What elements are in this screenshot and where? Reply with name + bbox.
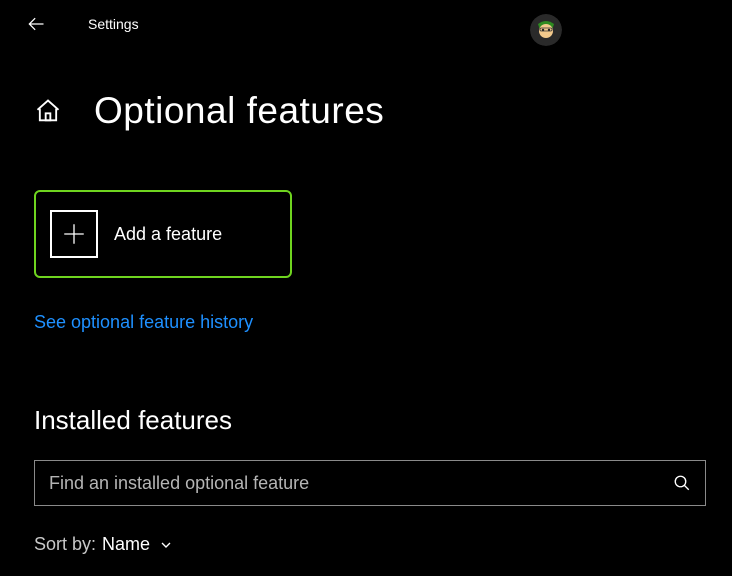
add-feature-button[interactable]: Add a feature [34, 190, 292, 278]
page-header: Optional features [34, 90, 698, 132]
optional-feature-history-link[interactable]: See optional feature history [34, 312, 698, 333]
page-title: Optional features [94, 90, 384, 132]
window-title: Settings [88, 16, 139, 32]
search-input[interactable] [49, 473, 673, 494]
sort-row: Sort by: Name [34, 534, 698, 555]
chevron-down-icon [158, 537, 174, 553]
sort-dropdown[interactable]: Name [102, 534, 174, 555]
home-icon[interactable] [34, 97, 62, 125]
search-icon[interactable] [673, 474, 691, 492]
search-box[interactable] [34, 460, 706, 506]
back-button[interactable] [20, 8, 52, 40]
user-avatar[interactable] [530, 14, 562, 46]
plus-icon-box [50, 210, 98, 258]
installed-features-heading: Installed features [34, 405, 698, 436]
sort-value-text: Name [102, 534, 150, 555]
arrow-left-icon [26, 14, 46, 34]
add-feature-label: Add a feature [114, 224, 222, 245]
sort-label: Sort by: [34, 534, 96, 555]
plus-icon [61, 221, 87, 247]
titlebar: Settings [0, 0, 732, 48]
content-area: Optional features Add a feature See opti… [0, 90, 732, 555]
